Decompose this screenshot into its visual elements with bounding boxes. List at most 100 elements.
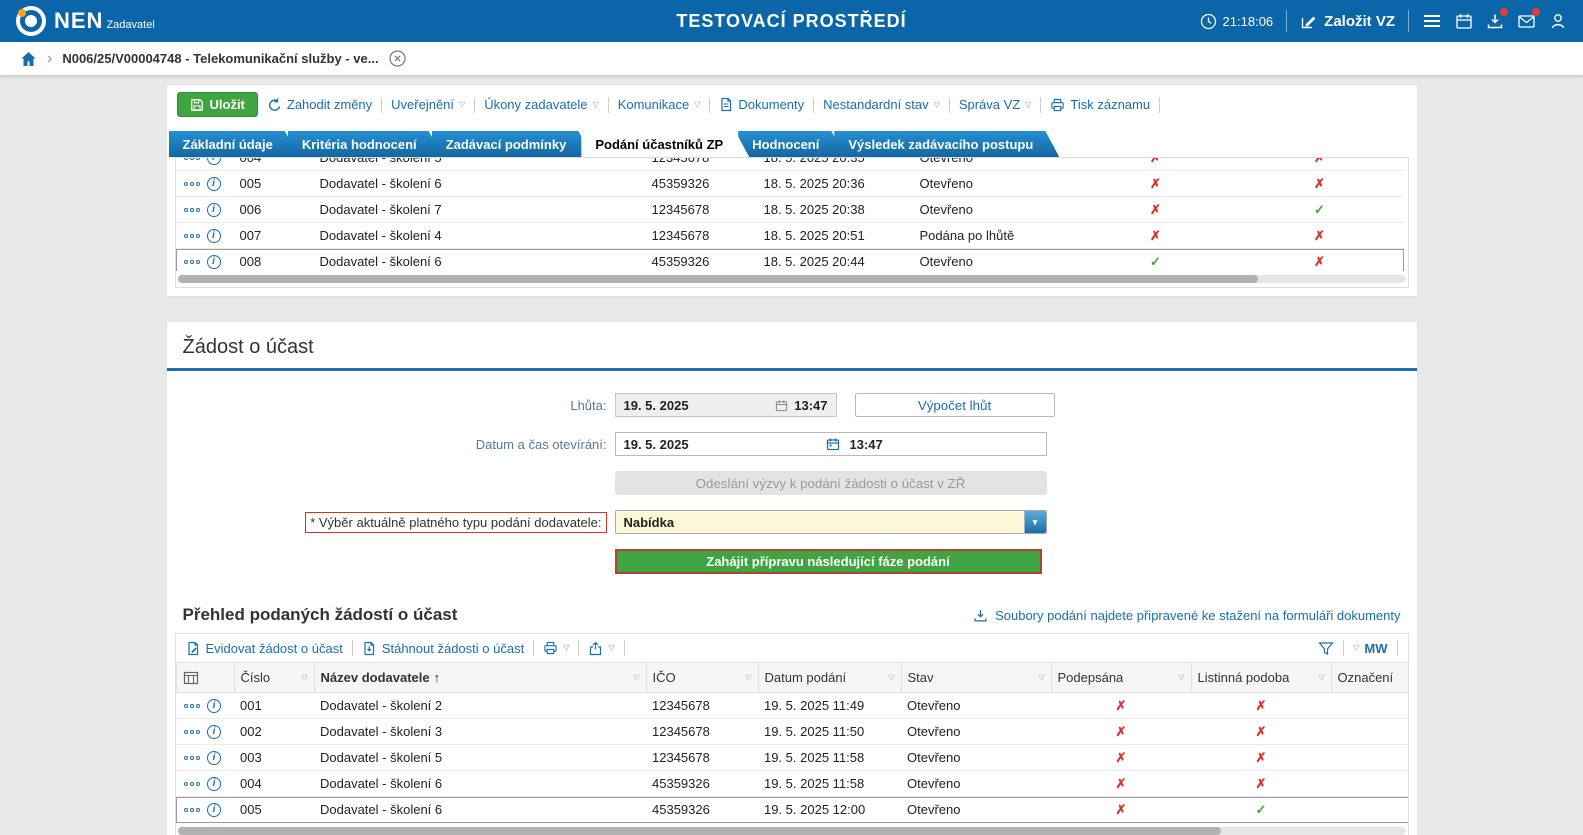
evidovat-zadost-button[interactable]: Evidovat žádost o účast: [186, 641, 343, 656]
header-stav[interactable]: Stav▽: [901, 663, 1051, 693]
row-info-icon[interactable]: i: [207, 158, 221, 165]
lhuta-field[interactable]: 19. 5. 2025 13:47: [615, 393, 837, 417]
form-row-vyber-typu: * Výběr aktuálně platného typu podání do…: [167, 510, 1417, 534]
create-vz-label: Založit VZ: [1324, 13, 1395, 30]
filter-caret-icon[interactable]: ▽: [1178, 673, 1184, 682]
participants-hscrollbar[interactable]: [178, 275, 1406, 283]
print-table-button[interactable]: ▽: [543, 641, 569, 655]
discard-changes-button[interactable]: Zahodit změny: [267, 97, 372, 112]
profile-icon[interactable]: [1549, 12, 1567, 30]
cell-podepsana: ✗: [1076, 223, 1236, 249]
row-info-icon[interactable]: i: [207, 751, 221, 765]
toolbar-separator: [813, 97, 814, 113]
export-button[interactable]: ▽: [588, 641, 614, 656]
zahajit-pripravu-button[interactable]: Zahájit přípravu následující fáze podání: [615, 549, 1042, 574]
close-record-icon[interactable]: [389, 50, 406, 67]
cell-podepsana: ✗: [1051, 745, 1191, 771]
vyber-typu-combobox[interactable]: Nabídka ▾: [615, 510, 1047, 534]
filter-caret-icon[interactable]: ▽: [633, 673, 639, 682]
row-menu-icon[interactable]: [184, 704, 200, 708]
header-datum-podani[interactable]: Datum podání▽: [758, 663, 901, 693]
filter-caret-icon[interactable]: ▽: [1038, 673, 1044, 682]
toolbar-separator: [624, 640, 625, 656]
combobox-arrow-icon[interactable]: ▾: [1024, 511, 1046, 533]
toolbar-separator: [474, 97, 475, 113]
header-ico[interactable]: IČO▽: [646, 663, 758, 693]
row-info-icon[interactable]: i: [207, 177, 221, 191]
row-menu-icon[interactable]: [184, 756, 200, 760]
divider: [1286, 10, 1287, 32]
downloads-icon[interactable]: [1486, 12, 1504, 30]
tab-kriteria-hodnoceni[interactable]: Kritéria hodnocení: [288, 131, 443, 157]
scrollbar-thumb[interactable]: [178, 827, 1222, 835]
print-record-button[interactable]: Tisk záznamu: [1050, 97, 1150, 112]
header-oznaceni[interactable]: Označení: [1331, 663, 1409, 693]
vz-admin-menu[interactable]: Správa VZ▽: [959, 97, 1032, 112]
publish-menu[interactable]: Uveřejnění▽: [391, 97, 465, 112]
tab-vysledek-zadavaciho-postupu[interactable]: Výsledek zadávacího postupu: [834, 131, 1059, 157]
row-menu-icon[interactable]: [184, 808, 200, 812]
row-menu-icon[interactable]: [184, 208, 200, 212]
zadost-form: Lhůta: 19. 5. 2025 13:47 Výpočet lhůt Da…: [167, 371, 1417, 593]
scrollbar-thumb[interactable]: [178, 275, 1259, 283]
menu-icon[interactable]: [1422, 12, 1442, 30]
cell-listinna: ✗: [1191, 745, 1331, 771]
row-info-icon[interactable]: i: [207, 777, 221, 791]
row-info-icon[interactable]: i: [207, 255, 221, 269]
row-menu-icon[interactable]: [184, 730, 200, 734]
toolbar-separator: [1397, 640, 1398, 656]
toolbar-separator: [1040, 97, 1041, 113]
filter-caret-icon[interactable]: ▽: [1318, 673, 1324, 682]
row-info-icon[interactable]: i: [207, 699, 221, 713]
prehled-hscrollbar[interactable]: [178, 827, 1406, 835]
caret-down-icon: ▽: [694, 101, 700, 109]
tab-zadavaci-podminky[interactable]: Zadávací podmínky: [432, 131, 593, 157]
nen-logo-icon[interactable]: [16, 6, 46, 36]
nonstandard-state-menu[interactable]: Nestandardní stav▽: [823, 97, 940, 112]
documents-button[interactable]: Dokumenty: [719, 97, 804, 112]
row-menu-icon[interactable]: [184, 782, 200, 786]
row-menu-icon[interactable]: [184, 182, 200, 186]
cell-stav: Otevřeno: [901, 771, 1051, 797]
row-info-icon[interactable]: i: [207, 803, 221, 817]
header-cislo[interactable]: Číslo▽: [234, 663, 314, 693]
calendar-picker-icon[interactable]: [826, 437, 840, 451]
status-x-icon: ✗: [1116, 776, 1127, 791]
communication-menu[interactable]: Komunikace▽: [618, 97, 701, 112]
row-info-icon[interactable]: i: [207, 203, 221, 217]
stahnout-zadosti-button[interactable]: Stáhnout žádosti o účast: [362, 641, 524, 656]
filter-caret-icon[interactable]: ▽: [745, 673, 751, 682]
header-nazev-dodavatele[interactable]: Název dodavatele↑▽: [314, 663, 646, 693]
filter-icon[interactable]: [1318, 641, 1334, 656]
tab-zakladni-udaje[interactable]: Základní údaje: [169, 131, 299, 157]
row-info-icon[interactable]: i: [207, 725, 221, 739]
cell-cislo: 005: [234, 171, 314, 197]
status-check-icon: ✓: [1256, 802, 1267, 817]
filter-caret-icon[interactable]: ▽: [888, 673, 894, 682]
header-podepsana[interactable]: Podepsána▽: [1051, 663, 1191, 693]
toolbar-separator: [949, 97, 950, 113]
otevirani-field[interactable]: 19. 5. 2025 13:47: [615, 432, 1047, 456]
cell-podepsana: ✗: [1076, 158, 1236, 171]
view-preset-menu[interactable]: ▽ MW: [1353, 641, 1387, 656]
vypocet-lhut-button[interactable]: Výpočet lhůt: [855, 393, 1055, 417]
cell-ico: 45359326: [646, 249, 758, 272]
download-note-link[interactable]: Soubory podání najdete připravené ke sta…: [973, 608, 1400, 623]
header-listinna-podoba[interactable]: Listinná podoba▽: [1191, 663, 1331, 693]
calendar-icon[interactable]: [1455, 12, 1473, 30]
header-column-config[interactable]: [176, 663, 234, 693]
lhuta-date-value: 19. 5. 2025: [624, 398, 770, 413]
filter-caret-icon[interactable]: ▽: [301, 673, 307, 682]
tab-hodnoceni[interactable]: Hodnocení: [738, 131, 845, 157]
row-info-icon[interactable]: i: [207, 229, 221, 243]
row-menu-icon[interactable]: [184, 158, 200, 160]
row-menu-icon[interactable]: [184, 260, 200, 264]
contracting-actions-menu[interactable]: Úkony zadavatele▽: [484, 97, 599, 112]
tab-podani-ucastniku-zp[interactable]: Podání účastníků ZP: [581, 131, 749, 157]
home-icon[interactable]: [20, 51, 37, 67]
messages-icon[interactable]: [1517, 12, 1536, 30]
create-vz-button[interactable]: Založit VZ: [1300, 13, 1395, 30]
row-menu-icon[interactable]: [184, 234, 200, 238]
breadcrumb-item[interactable]: N006/25/V00004748 - Telekomunikační služ…: [62, 51, 378, 66]
save-button[interactable]: Uložit: [177, 92, 258, 117]
